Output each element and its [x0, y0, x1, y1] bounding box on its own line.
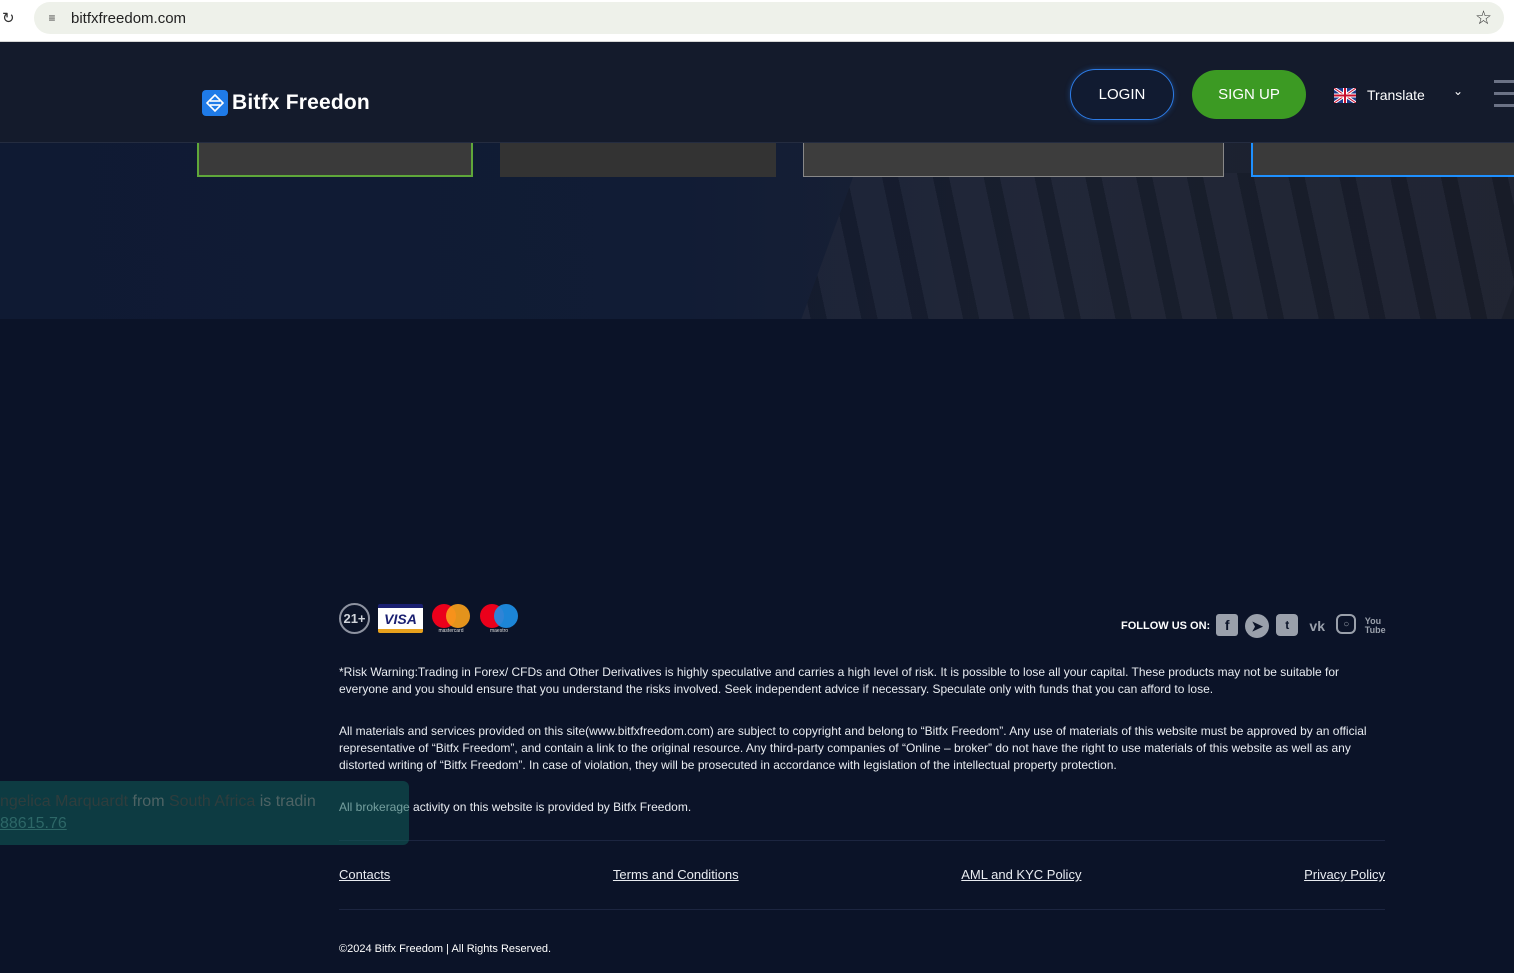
- instagram-icon[interactable]: ○: [1336, 614, 1357, 634]
- trade-notification-toast[interactable]: ngelica Marquardt from South Africa is t…: [0, 781, 409, 845]
- hero-banner: [0, 143, 1514, 319]
- translate-dropdown[interactable]: Translate: [1334, 86, 1425, 104]
- maestro-label: maestro: [489, 627, 509, 634]
- address-bar[interactable]: ≡ bitfxfreedom.com ☆: [34, 2, 1504, 34]
- translate-label: Translate: [1367, 87, 1425, 103]
- visa-logo: VISA: [378, 604, 423, 633]
- signup-button[interactable]: SIGN UP: [1192, 70, 1306, 119]
- menu-icon[interactable]: [1494, 80, 1514, 110]
- toast-action: is tradin: [259, 793, 316, 810]
- feature-card[interactable]: [500, 143, 776, 177]
- feature-card[interactable]: [803, 143, 1224, 177]
- keyboard-background-image: [785, 173, 1514, 319]
- site-info-icon[interactable]: ≡: [44, 10, 60, 26]
- payment-badges: 21+ VISA mastercard maestro: [339, 603, 519, 634]
- aml-kyc-link[interactable]: AML and KYC Policy: [961, 867, 1081, 882]
- feature-card[interactable]: [1251, 143, 1514, 177]
- mastercard-label: mastercard: [438, 627, 464, 634]
- uk-flag-icon: [1334, 87, 1356, 103]
- telegram-icon[interactable]: ➤: [1245, 614, 1270, 638]
- youtube-icon[interactable]: You Tube: [1363, 614, 1387, 638]
- age-restriction-badge: 21+: [339, 603, 370, 634]
- follow-us: FOLLOW US ON: f ➤ t vk ○ You Tube: [1121, 614, 1387, 638]
- toast-amount[interactable]: 88615.76: [0, 815, 67, 833]
- terms-link[interactable]: Terms and Conditions: [613, 867, 739, 882]
- follow-label: FOLLOW US ON:: [1121, 620, 1211, 632]
- feature-card[interactable]: [197, 143, 473, 177]
- site-header: Bitfx Freedon LOGIN SIGN UP Translate ⌄: [0, 42, 1514, 143]
- site-footer: 21+ VISA mastercard maestro FOLLOW US ON…: [0, 319, 1514, 973]
- toast-from: from: [132, 793, 165, 810]
- bookmark-star-icon[interactable]: ☆: [1475, 7, 1492, 30]
- toast-user-name: ngelica Marquardt: [0, 793, 129, 810]
- brand-name: Bitfx Freedon: [232, 91, 370, 114]
- privacy-link[interactable]: Privacy Policy: [1304, 867, 1385, 882]
- toast-message: ngelica Marquardt from South Africa is t…: [0, 793, 316, 811]
- risk-warning: *Risk Warning:Trading in Forex/ CFDs and…: [339, 665, 1340, 696]
- browser-toolbar: ↻ ≡ bitfxfreedom.com ☆: [0, 0, 1514, 42]
- toast-country: South Africa: [168, 793, 256, 810]
- facebook-icon[interactable]: f: [1216, 614, 1239, 636]
- logo-icon: [202, 90, 228, 116]
- url-text[interactable]: bitfxfreedom.com: [71, 10, 186, 27]
- vk-icon[interactable]: vk: [1305, 614, 1329, 638]
- divider: [339, 909, 1385, 910]
- twitter-icon[interactable]: t: [1276, 614, 1299, 636]
- maestro-logo: maestro: [479, 603, 519, 634]
- reload-icon[interactable]: ↻: [2, 9, 16, 29]
- contacts-link[interactable]: Contacts: [339, 867, 390, 882]
- mastercard-logo: mastercard: [431, 603, 471, 634]
- chevron-down-icon[interactable]: ⌄: [1453, 84, 1463, 98]
- copyright-notice: All materials and services provided on t…: [339, 724, 1367, 772]
- divider: [339, 840, 1385, 841]
- copyright-text: ©2024 Bitfx Freedom | All Rights Reserve…: [339, 943, 552, 955]
- login-button[interactable]: LOGIN: [1070, 69, 1174, 120]
- footer-links: Contacts Terms and Conditions AML and KY…: [339, 867, 1385, 882]
- brokerage-notice: All brokerage activity on this website i…: [339, 800, 692, 814]
- brand-logo[interactable]: Bitfx Freedon: [202, 90, 370, 116]
